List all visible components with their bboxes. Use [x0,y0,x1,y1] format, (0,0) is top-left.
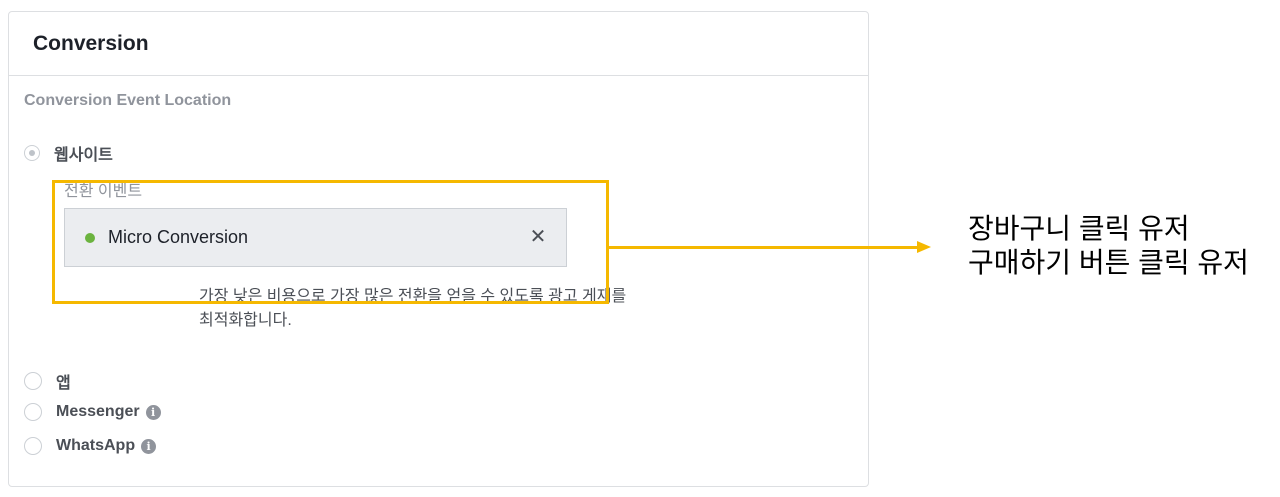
radio-button-app[interactable] [24,372,42,390]
radio-label-website: 웹사이트 [54,147,113,164]
info-icon[interactable]: i [145,404,161,420]
radio-button-website[interactable] [24,145,40,161]
radio-label-messenger: Messenger [56,403,140,420]
card-header: Conversion [9,12,868,76]
radio-button-messenger[interactable] [24,403,42,421]
section-label: Conversion Event Location [24,92,232,109]
radio-option-app[interactable]: 앱 [24,369,71,393]
radio-button-whatsapp[interactable] [24,437,42,455]
radio-option-messenger[interactable]: Messenger i [24,403,161,421]
help-text-line-2: 최적화합니다. [199,312,292,329]
arrow-head-icon [917,241,931,253]
radio-label-app: 앱 [56,375,71,392]
radio-option-whatsapp[interactable]: WhatsApp i [24,437,157,455]
radio-label-whatsapp: WhatsApp [56,437,136,454]
info-icon[interactable]: i [141,438,157,454]
annotation-text: 장바구니 클릭 유저 구매하기 버튼 클릭 유저 [968,212,1249,280]
arrow-line [609,246,919,249]
radio-option-website[interactable]: 웹사이트 [24,141,113,165]
annotation-line-1: 장바구니 클릭 유저 [968,213,1190,244]
annotation-line-2: 구매하기 버튼 클릭 유저 [968,247,1249,278]
card-title: Conversion [33,31,149,55]
highlight-box [52,180,609,304]
